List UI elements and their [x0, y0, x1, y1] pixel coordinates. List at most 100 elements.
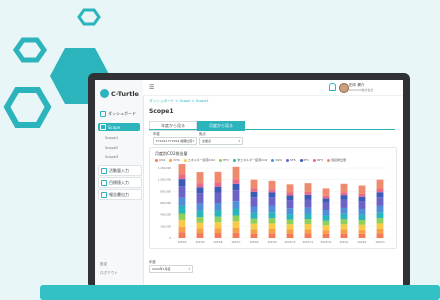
bar-segment[interactable]: [304, 229, 312, 234]
bar-segment[interactable]: [286, 184, 294, 193]
sidebar-item-settings[interactable]: 設定: [100, 262, 107, 267]
bar-segment[interactable]: [376, 197, 384, 206]
breadcrumb[interactable]: ダッシュボード > Scope > Scope1: [149, 99, 209, 104]
sidebar-subitem-scope2[interactable]: Scope2: [105, 146, 118, 150]
bar-segment[interactable]: [358, 208, 366, 215]
bar-segment[interactable]: [232, 232, 240, 238]
legend-item[interactable]: CO2: [155, 158, 165, 162]
bar-segment[interactable]: [250, 191, 258, 198]
legend-item[interactable]: PFC: [299, 158, 309, 162]
bar-segment[interactable]: [232, 221, 240, 228]
bar-segment[interactable]: [304, 233, 312, 238]
bar-segment[interactable]: [178, 197, 186, 206]
bar-segment[interactable]: [232, 179, 240, 184]
bar-segment[interactable]: [358, 196, 366, 202]
bar-segment[interactable]: [250, 188, 258, 192]
bar-segment[interactable]: [340, 199, 348, 208]
bar-segment[interactable]: [304, 183, 312, 192]
bar-segment[interactable]: [250, 229, 258, 234]
year-select[interactable]: FY2023 FY2024 前期比較 ▾: [153, 137, 197, 145]
bar-segment[interactable]: [358, 201, 366, 209]
bar-segment[interactable]: [286, 229, 294, 234]
bar-segment[interactable]: [340, 229, 348, 234]
bar-segment[interactable]: [340, 219, 348, 225]
bar-segment[interactable]: [214, 203, 222, 210]
bar-segment[interactable]: [250, 197, 258, 207]
bar-segment[interactable]: [250, 212, 258, 219]
bar-segment[interactable]: [214, 210, 222, 217]
bar-segment[interactable]: [340, 192, 348, 196]
bar-segment[interactable]: [250, 206, 258, 213]
bar-segment[interactable]: [214, 192, 222, 204]
bar-segment[interactable]: [250, 179, 258, 189]
bar-segment[interactable]: [286, 192, 294, 196]
bar-segment[interactable]: [322, 188, 330, 196]
bar-segment[interactable]: [286, 200, 294, 209]
bar-segment[interactable]: [196, 222, 204, 229]
bar-segment[interactable]: [268, 228, 276, 234]
bar-segment[interactable]: [268, 197, 276, 206]
bar-segment[interactable]: [322, 210, 330, 216]
sidebar-subitem-scope3[interactable]: Scope3: [105, 155, 118, 159]
bar-segment[interactable]: [178, 179, 186, 187]
bar-segment[interactable]: [286, 208, 294, 215]
bar-segment[interactable]: [196, 172, 204, 184]
bar-segment[interactable]: [268, 218, 276, 224]
bar-segment[interactable]: [358, 214, 366, 221]
bar-segment[interactable]: [358, 229, 366, 234]
bar-segment[interactable]: [376, 179, 384, 189]
bar-segment[interactable]: [196, 193, 204, 204]
bar-segment[interactable]: [376, 223, 384, 229]
legend-item[interactable]: 非エネルギー起源CO2: [233, 158, 267, 162]
bar-segment[interactable]: [214, 182, 222, 187]
legend-item[interactable]: HFC: [219, 158, 229, 162]
bar-segment[interactable]: [286, 219, 294, 225]
bar-segment[interactable]: [376, 189, 384, 193]
bar-segment[interactable]: [322, 195, 330, 199]
bar-segment[interactable]: [322, 233, 330, 238]
bar-segment[interactable]: [214, 222, 222, 229]
bar-segment[interactable]: [304, 191, 312, 195]
bar-segment[interactable]: [304, 224, 312, 230]
bar-segment[interactable]: [376, 192, 384, 198]
bar-segment[interactable]: [286, 195, 294, 201]
bar-segment[interactable]: [268, 192, 276, 198]
bar-segment[interactable]: [358, 193, 366, 197]
month-select[interactable]: 2024年1月度 ▾: [149, 265, 193, 273]
bar-segment[interactable]: [376, 218, 384, 224]
sidebar-subitem-scope1[interactable]: Scope1: [105, 136, 118, 140]
bar-segment[interactable]: [178, 164, 186, 175]
bar-segment[interactable]: [178, 213, 186, 220]
bar-segment[interactable]: [268, 205, 276, 213]
avatar[interactable]: [339, 83, 349, 93]
sidebar-item-scope[interactable]: Scope: [98, 123, 140, 131]
bar-segment[interactable]: [178, 174, 186, 180]
bar-segment[interactable]: [286, 233, 294, 238]
bar-segment[interactable]: [178, 232, 186, 238]
bar-segment[interactable]: [196, 187, 204, 194]
bar-segment[interactable]: [358, 185, 366, 194]
bar-segment[interactable]: [322, 215, 330, 221]
bar-segment[interactable]: [196, 210, 204, 217]
bar-segment[interactable]: [196, 233, 204, 238]
legend-item[interactable]: エネルギー起源CO2: [183, 158, 215, 162]
bar-segment[interactable]: [268, 233, 276, 238]
bar-segment[interactable]: [340, 183, 348, 193]
bar-segment[interactable]: [214, 186, 222, 193]
legend-item[interactable]: N2O: [271, 158, 282, 162]
bar-segment[interactable]: [250, 233, 258, 238]
bar-segment[interactable]: [304, 207, 312, 214]
bar-segment[interactable]: [232, 166, 240, 180]
bar-segment[interactable]: [376, 233, 384, 238]
bar-segment[interactable]: [322, 230, 330, 234]
bar-segment[interactable]: [358, 233, 366, 238]
bar-segment[interactable]: [322, 220, 330, 226]
bar-segment[interactable]: [232, 227, 240, 233]
bar-segment[interactable]: [250, 223, 258, 230]
bar-segment[interactable]: [268, 223, 276, 229]
bar-segment[interactable]: [232, 208, 240, 216]
legend-item[interactable]: NF3: [313, 158, 323, 162]
bar-segment[interactable]: [286, 214, 294, 220]
bar-segment[interactable]: [196, 183, 204, 188]
legend-item[interactable]: SF6: [285, 158, 296, 162]
